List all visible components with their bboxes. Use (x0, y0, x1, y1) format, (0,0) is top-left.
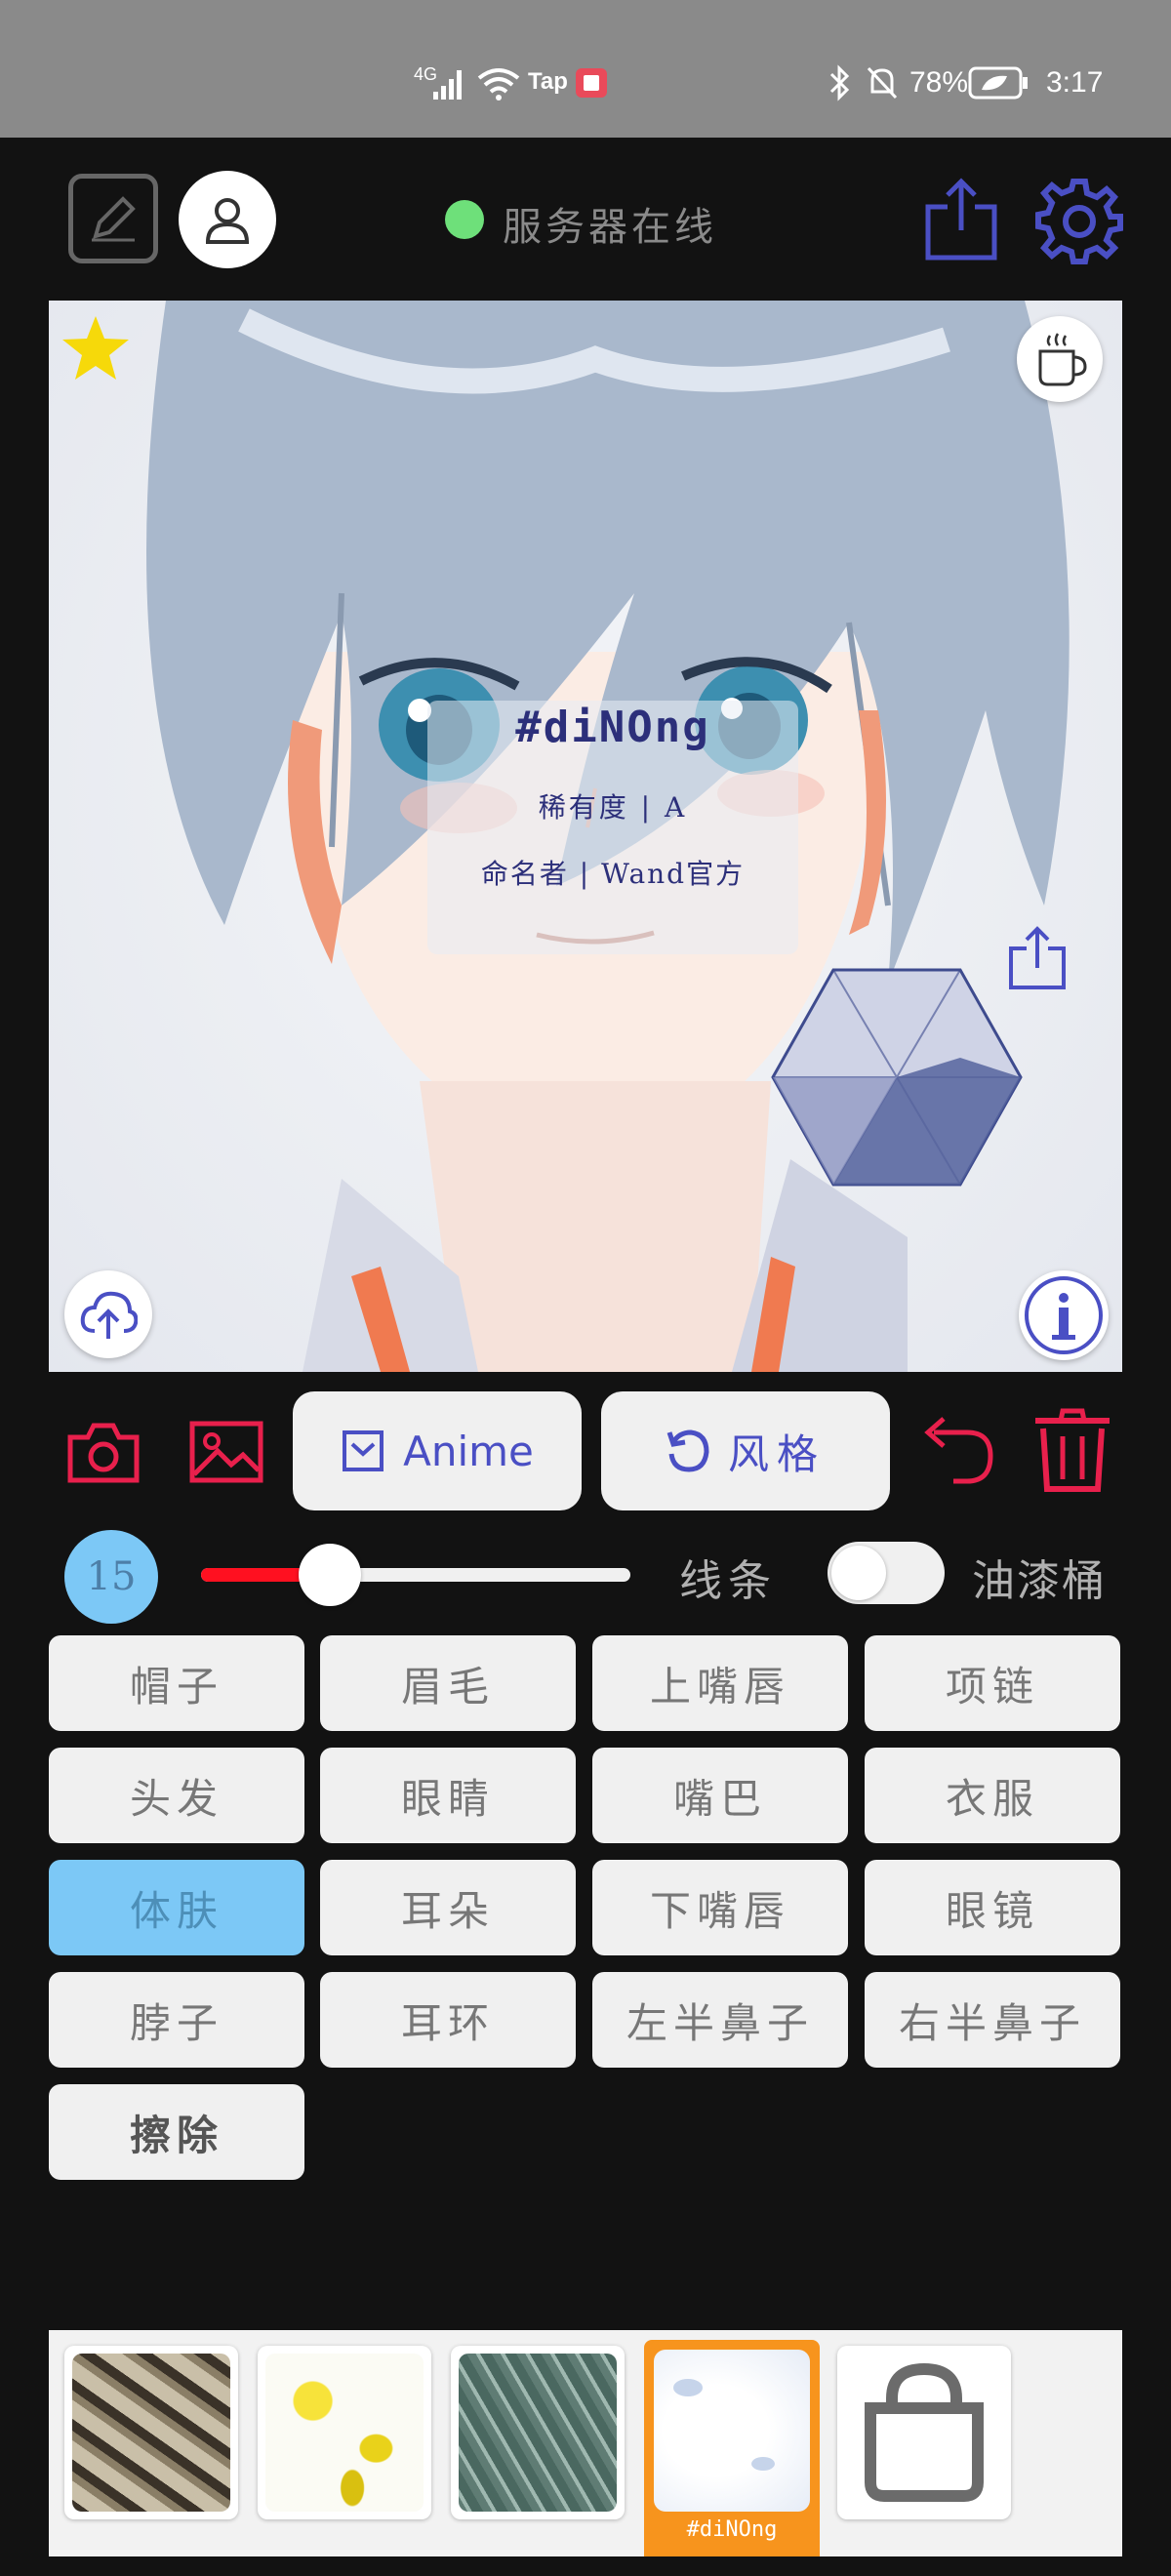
overlay-share-button[interactable] (1005, 925, 1070, 993)
part-button-neck[interactable]: 脖子 (49, 1972, 304, 2068)
style-thumbnail[interactable] (64, 2346, 238, 2519)
rarity-text: 稀有度 | A (538, 791, 688, 824)
server-status-label: 服务器在线 (503, 205, 717, 250)
shopping-bag-icon (865, 2363, 984, 2502)
thumbnail-image (459, 2354, 617, 2512)
info-card: #diNOng 稀有度 | A 命名者 | Wand官方 (427, 701, 798, 954)
erase-button[interactable]: 擦除 (49, 2084, 304, 2180)
selected-style-label: #diNOng (686, 2517, 778, 2542)
bluetooth-icon (829, 64, 850, 101)
line-label: 线条 (679, 1556, 777, 1606)
trash-icon (1035, 1408, 1110, 1492)
gallery-button[interactable] (185, 1413, 267, 1491)
app-badge-text: Tap (528, 68, 568, 95)
coffee-cup-icon (1038, 333, 1087, 386)
slider-thumb[interactable] (299, 1544, 361, 1606)
drawing-canvas[interactable]: #diNOng 稀有度 | A 命名者 | Wand官方 (49, 301, 1122, 1372)
part-button-skin[interactable]: 体肤 (49, 1860, 304, 1955)
delete-button[interactable] (1029, 1405, 1116, 1495)
battery-icon (968, 66, 1028, 100)
part-button-glasses[interactable]: 眼镜 (865, 1860, 1120, 1955)
settings-button[interactable] (1032, 174, 1126, 267)
part-button-lower-lip[interactable]: 下嘴唇 (592, 1860, 848, 1955)
battery-percent: 78% (909, 66, 969, 99)
user-icon (205, 198, 250, 244)
shop-button[interactable] (837, 2346, 1011, 2519)
part-button-eyebrows[interactable]: 眉毛 (320, 1635, 576, 1731)
selected-style-thumbnail[interactable]: #diNOng (644, 2340, 820, 2556)
undo-icon (924, 1417, 993, 1484)
thumbnail-image (654, 2350, 810, 2512)
part-button-left-nose[interactable]: 左半鼻子 (592, 1972, 848, 2068)
style-thumbnail[interactable] (258, 2346, 431, 2519)
share-icon (925, 178, 997, 261)
pen-icon (92, 196, 136, 242)
part-button-necklace[interactable]: 项链 (865, 1635, 1120, 1731)
undo-button[interactable] (911, 1409, 999, 1491)
notification-app-icon (576, 68, 607, 98)
server-status-dot (445, 200, 484, 239)
part-button-mouth[interactable]: 嘴巴 (592, 1748, 848, 1843)
coffee-button[interactable] (1017, 316, 1103, 402)
camera-icon (67, 1423, 140, 1483)
thumbnail-image (265, 2354, 424, 2512)
mute-bell-icon (867, 66, 898, 100)
checkbox-mail-icon (343, 1430, 384, 1471)
favorite-star-icon[interactable] (61, 314, 131, 382)
part-button-earrings[interactable]: 耳环 (320, 1972, 576, 2068)
bucket-toggle[interactable] (828, 1542, 945, 1604)
image-icon (189, 1421, 263, 1483)
edit-button[interactable] (68, 174, 158, 263)
mode-label: Anime (403, 1427, 534, 1475)
upload-button[interactable] (64, 1270, 152, 1358)
wifi-icon (477, 68, 520, 101)
bucket-label: 油漆桶 (972, 1556, 1107, 1606)
gem-icon (771, 968, 1023, 1187)
info-icon (1025, 1276, 1103, 1354)
clock: 3:17 (1046, 66, 1104, 99)
part-button-hair[interactable]: 头发 (49, 1748, 304, 1843)
toggle-knob (831, 1546, 886, 1600)
brush-size-badge: 15 (64, 1530, 158, 1624)
part-button-hat[interactable]: 帽子 (49, 1635, 304, 1731)
gear-icon (1035, 179, 1123, 264)
part-button-eyes[interactable]: 眼睛 (320, 1748, 576, 1843)
style-gallery: #diNOng (49, 2330, 1122, 2556)
style-thumbnail[interactable] (451, 2346, 625, 2519)
brush-size-slider[interactable] (201, 1544, 630, 1606)
dinosaur-name: #diNOng (515, 703, 710, 752)
profile-button[interactable] (179, 171, 276, 268)
part-button-upper-lip[interactable]: 上嘴唇 (592, 1635, 848, 1731)
signal-icon (433, 70, 462, 100)
refresh-icon (666, 1429, 709, 1472)
style-label: 风格 (727, 1429, 826, 1478)
part-button-ears[interactable]: 耳朵 (320, 1860, 576, 1955)
info-button[interactable] (1019, 1270, 1109, 1360)
camera-button[interactable] (62, 1413, 144, 1491)
thumbnail-image (72, 2354, 230, 2512)
mode-button[interactable]: Anime (293, 1391, 582, 1510)
style-button[interactable]: 风格 (601, 1391, 890, 1510)
namer-text: 命名者 | Wand官方 (480, 858, 746, 890)
part-button-clothes[interactable]: 衣服 (865, 1748, 1120, 1843)
share-icon (1009, 926, 1066, 989)
cloud-upload-icon (80, 1291, 138, 1339)
part-button-right-nose[interactable]: 右半鼻子 (865, 1972, 1120, 2068)
share-button[interactable] (917, 174, 1005, 265)
status-bar: 4G Tap 78% 3:17 (0, 0, 1171, 138)
